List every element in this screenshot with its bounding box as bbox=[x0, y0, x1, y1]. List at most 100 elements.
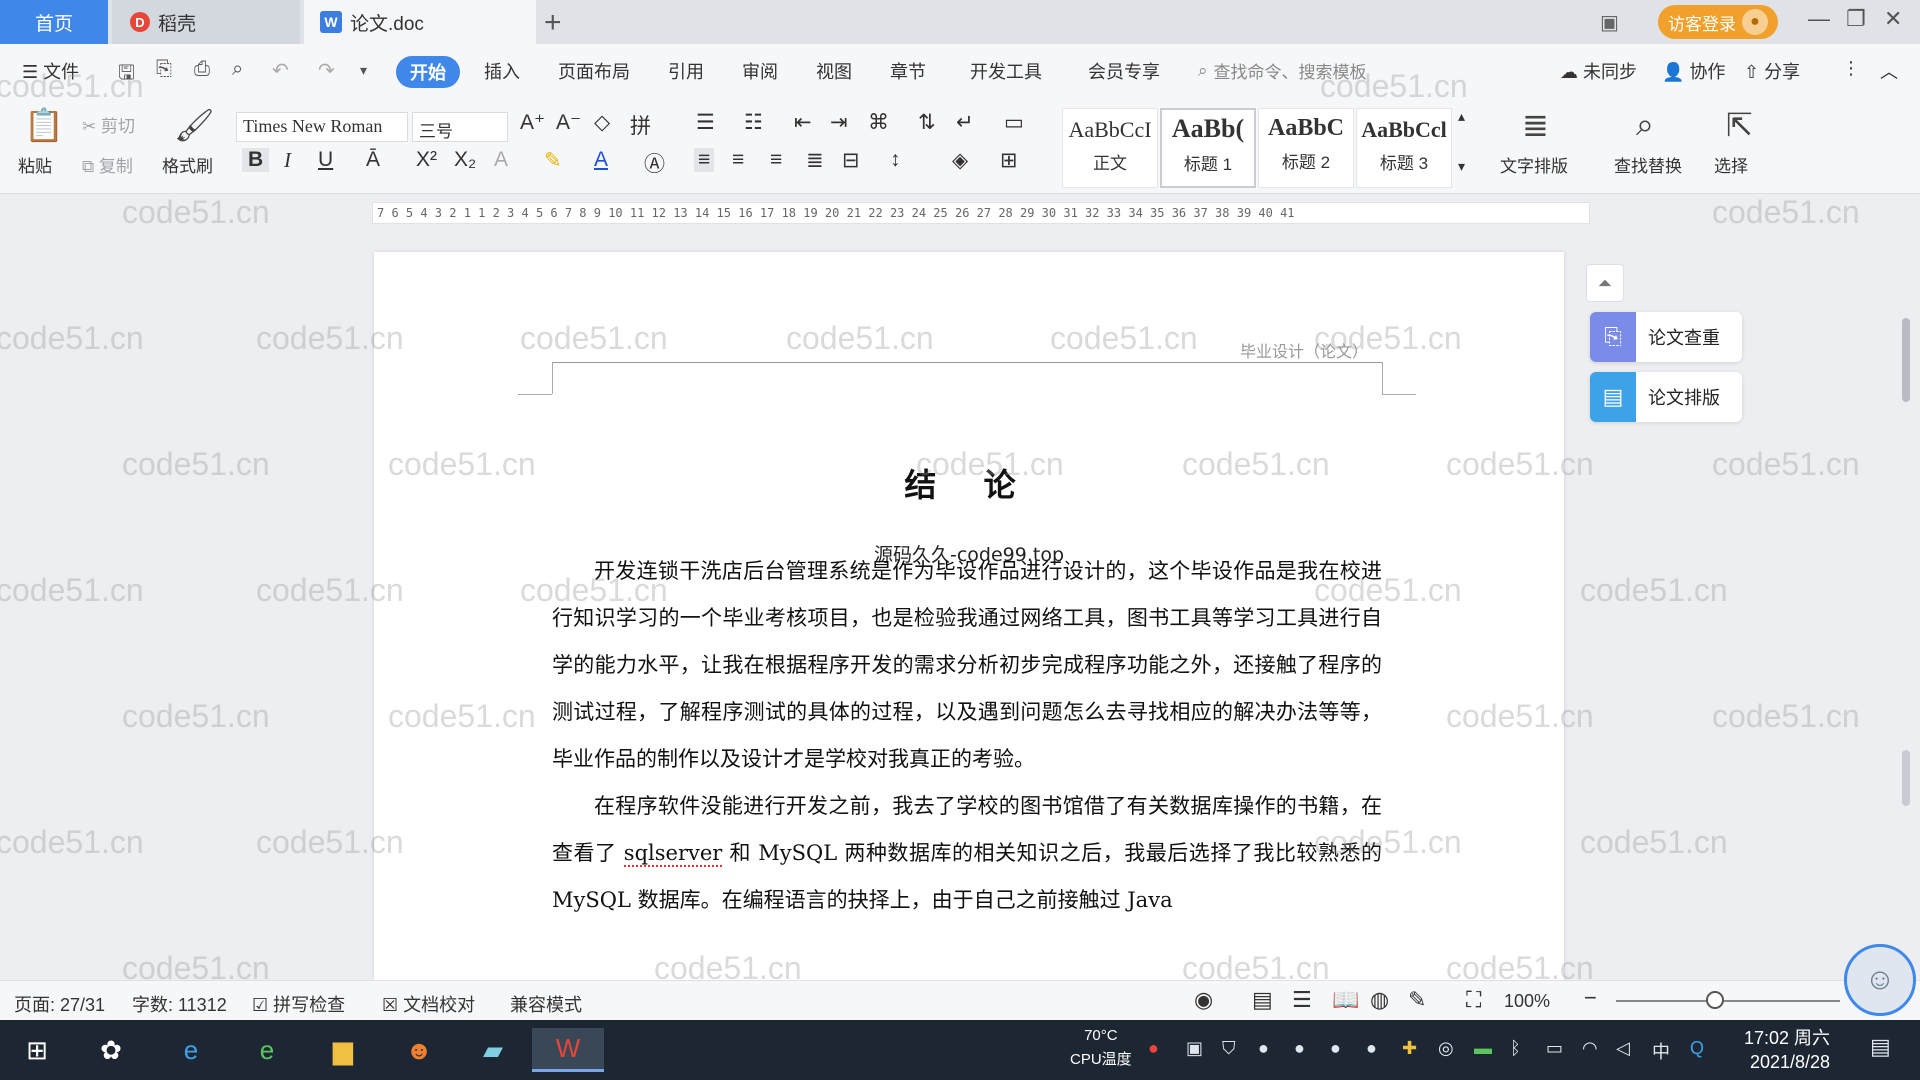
spell-error-word[interactable]: sqlserver bbox=[623, 841, 723, 867]
export-icon[interactable]: ⎘ bbox=[156, 58, 172, 81]
minimize-icon[interactable]: — bbox=[1808, 6, 1830, 32]
zoom-out-icon[interactable]: − bbox=[1584, 985, 1597, 1011]
scrollbar-thumb-secondary[interactable] bbox=[1902, 750, 1910, 806]
tray-app-icon[interactable]: ◎ bbox=[1438, 1038, 1454, 1059]
eye-protection-icon[interactable]: ◉ bbox=[1194, 987, 1213, 1013]
print-icon[interactable]: ⎙ bbox=[194, 58, 210, 81]
grow-font-icon[interactable]: A⁺ bbox=[520, 110, 545, 135]
styles-scroll-up-icon[interactable]: ▴ bbox=[1458, 108, 1465, 125]
style-normal[interactable]: AaBbCcI 正文 bbox=[1062, 108, 1158, 188]
ie-browser-icon[interactable]: e bbox=[168, 1028, 214, 1072]
italic-icon[interactable]: I bbox=[284, 148, 291, 173]
new-tab-button[interactable]: + bbox=[544, 6, 562, 40]
numbered-list-icon[interactable]: ☷ bbox=[744, 110, 763, 135]
text-effect-icon[interactable]: A bbox=[494, 148, 508, 172]
paste-button[interactable]: 粘贴 bbox=[18, 152, 52, 177]
qq-icon[interactable]: ● bbox=[1258, 1038, 1269, 1059]
shield-icon[interactable]: ⛉ bbox=[1222, 1038, 1236, 1059]
close-icon[interactable]: ✕ bbox=[1884, 6, 1902, 32]
spell-check-button[interactable]: ☑ 拼写检查 bbox=[252, 991, 345, 1017]
browser-360-icon[interactable]: e bbox=[244, 1028, 290, 1072]
bold-icon[interactable]: B bbox=[242, 148, 270, 172]
tab-daoke[interactable]: D 稻壳 bbox=[112, 0, 300, 44]
reading-view-icon[interactable]: 📖 bbox=[1332, 987, 1359, 1013]
align-left-icon[interactable]: ≡ bbox=[694, 148, 715, 172]
gpu-icon[interactable]: ▬ bbox=[1474, 1038, 1492, 1059]
pinyin-icon[interactable]: 拼 bbox=[630, 110, 651, 140]
windows-start-icon[interactable]: ⊞ bbox=[14, 1028, 60, 1072]
tray-app-icon[interactable]: ● bbox=[1148, 1038, 1159, 1059]
layout-switch-icon[interactable]: ▣ bbox=[1600, 10, 1619, 35]
font-size-select[interactable]: 三号 bbox=[412, 112, 508, 142]
wps-writer-icon[interactable]: W bbox=[532, 1028, 604, 1072]
login-button[interactable]: 访客登录 ● bbox=[1658, 5, 1778, 39]
notes-app-icon[interactable]: ▰ bbox=[470, 1028, 516, 1072]
volume-icon[interactable]: ◁ bbox=[1616, 1038, 1630, 1059]
shading-icon[interactable]: ◈ bbox=[952, 148, 968, 173]
styles-more-icon[interactable]: ▾ bbox=[1458, 158, 1465, 175]
tab-home-ribbon[interactable]: 开始 bbox=[396, 56, 460, 88]
zoom-slider[interactable] bbox=[1616, 1000, 1840, 1002]
select-cursor-icon[interactable]: ⇱ bbox=[1726, 106, 1753, 144]
highlight-icon[interactable]: ✎ bbox=[544, 148, 562, 173]
font-color-icon[interactable]: A bbox=[594, 148, 608, 172]
zoom-slider-knob[interactable] bbox=[1706, 991, 1724, 1009]
align-right-icon[interactable]: ≡ bbox=[770, 148, 782, 172]
font-name-select[interactable]: Times New Roman bbox=[236, 112, 408, 142]
more-menu-icon[interactable]: ⋮ bbox=[1842, 58, 1860, 79]
system-clock[interactable]: 17:02 周六 2021/8/28 bbox=[1744, 1026, 1830, 1074]
style-heading-3[interactable]: AaBbCcl 标题 3 bbox=[1356, 108, 1452, 188]
quick-access-dropdown-icon[interactable]: ▾ bbox=[360, 62, 367, 79]
fit-page-icon[interactable]: ⛶ bbox=[1466, 987, 1481, 1013]
subscript-icon[interactable]: X₂ bbox=[454, 148, 476, 172]
sync-status[interactable]: ☁ 未同步 bbox=[1560, 58, 1637, 84]
qq-icon[interactable]: ● bbox=[1366, 1038, 1377, 1059]
page-indicator[interactable]: 页面: 27/31 bbox=[14, 991, 105, 1017]
battery-icon[interactable]: ▭ bbox=[1546, 1038, 1563, 1059]
find-replace-button[interactable]: 查找替换 bbox=[1614, 152, 1682, 177]
shrink-font-icon[interactable]: A⁻ bbox=[556, 110, 581, 135]
tab-review[interactable]: 审阅 bbox=[742, 58, 778, 84]
superscript-icon[interactable]: X² bbox=[416, 148, 437, 172]
bullet-list-icon[interactable]: ☰ bbox=[696, 110, 715, 135]
collapse-ribbon-icon[interactable]: ︿ bbox=[1880, 58, 1898, 84]
page-view-icon[interactable]: ▤ bbox=[1252, 987, 1273, 1013]
paste-icon[interactable]: 📋 bbox=[24, 106, 64, 144]
copy-button[interactable]: ⧉ 复制 bbox=[82, 152, 133, 177]
thesis-layout-button[interactable]: ▤ 论文排版 bbox=[1590, 372, 1742, 422]
tray-app-icon[interactable]: ▣ bbox=[1186, 1038, 1203, 1059]
tab-references[interactable]: 引用 bbox=[668, 58, 704, 84]
select-button[interactable]: 选择 bbox=[1714, 152, 1748, 177]
collapse-panel-icon[interactable]: ⏶ bbox=[1586, 264, 1624, 302]
tab-member[interactable]: 会员专享 bbox=[1088, 58, 1160, 84]
zoom-level[interactable]: 100% bbox=[1504, 991, 1550, 1012]
write-view-icon[interactable]: ✎ bbox=[1408, 987, 1426, 1013]
line-spacing-icon[interactable]: ↕ bbox=[890, 148, 901, 172]
ime-indicator[interactable]: 中 bbox=[1652, 1038, 1670, 1064]
outline-view-icon[interactable]: ☰ bbox=[1292, 987, 1312, 1013]
thesis-check-button[interactable]: ⎘ 论文查重 bbox=[1590, 312, 1742, 362]
vertical-scrollbar[interactable] bbox=[1896, 230, 1916, 980]
ruler-track[interactable]: 7 6 5 4 3 2 1 1 2 3 4 5 6 7 8 9 10 11 12… bbox=[372, 202, 1590, 224]
scrollbar-thumb[interactable] bbox=[1902, 318, 1910, 402]
notifications-icon[interactable]: ▤ bbox=[1870, 1034, 1891, 1060]
tab-document[interactable]: W 论文.doc bbox=[304, 0, 536, 44]
align-center-icon[interactable]: ≡ bbox=[732, 148, 744, 172]
tab-view[interactable]: 视图 bbox=[816, 58, 852, 84]
text-layout-button[interactable]: 文字排版 bbox=[1500, 152, 1568, 177]
show-marks-icon[interactable]: ↵ bbox=[956, 110, 974, 135]
file-explorer-icon[interactable]: ▆ bbox=[320, 1028, 366, 1072]
strikethrough-icon[interactable]: Ā bbox=[366, 148, 380, 172]
fan-app-icon[interactable]: ✿ bbox=[88, 1028, 134, 1072]
borders-icon[interactable]: ⊞ bbox=[1000, 148, 1018, 173]
distributed-icon[interactable]: ⊟ bbox=[842, 148, 860, 173]
save-icon[interactable]: 🖫 bbox=[118, 58, 135, 92]
clear-format-icon[interactable]: ◇ bbox=[594, 110, 610, 135]
sort-icon[interactable]: ⇅ bbox=[918, 110, 936, 135]
find-replace-icon[interactable]: ⌕ bbox=[1636, 106, 1654, 144]
tab-page-layout[interactable]: 页面布局 bbox=[558, 58, 630, 84]
word-count[interactable]: 字数: 11312 bbox=[132, 991, 227, 1017]
collab-button[interactable]: 👤 协作 bbox=[1662, 58, 1725, 84]
share-button[interactable]: ⇧ 分享 bbox=[1744, 58, 1800, 84]
format-painter-icon[interactable]: 🖌 bbox=[174, 106, 215, 144]
